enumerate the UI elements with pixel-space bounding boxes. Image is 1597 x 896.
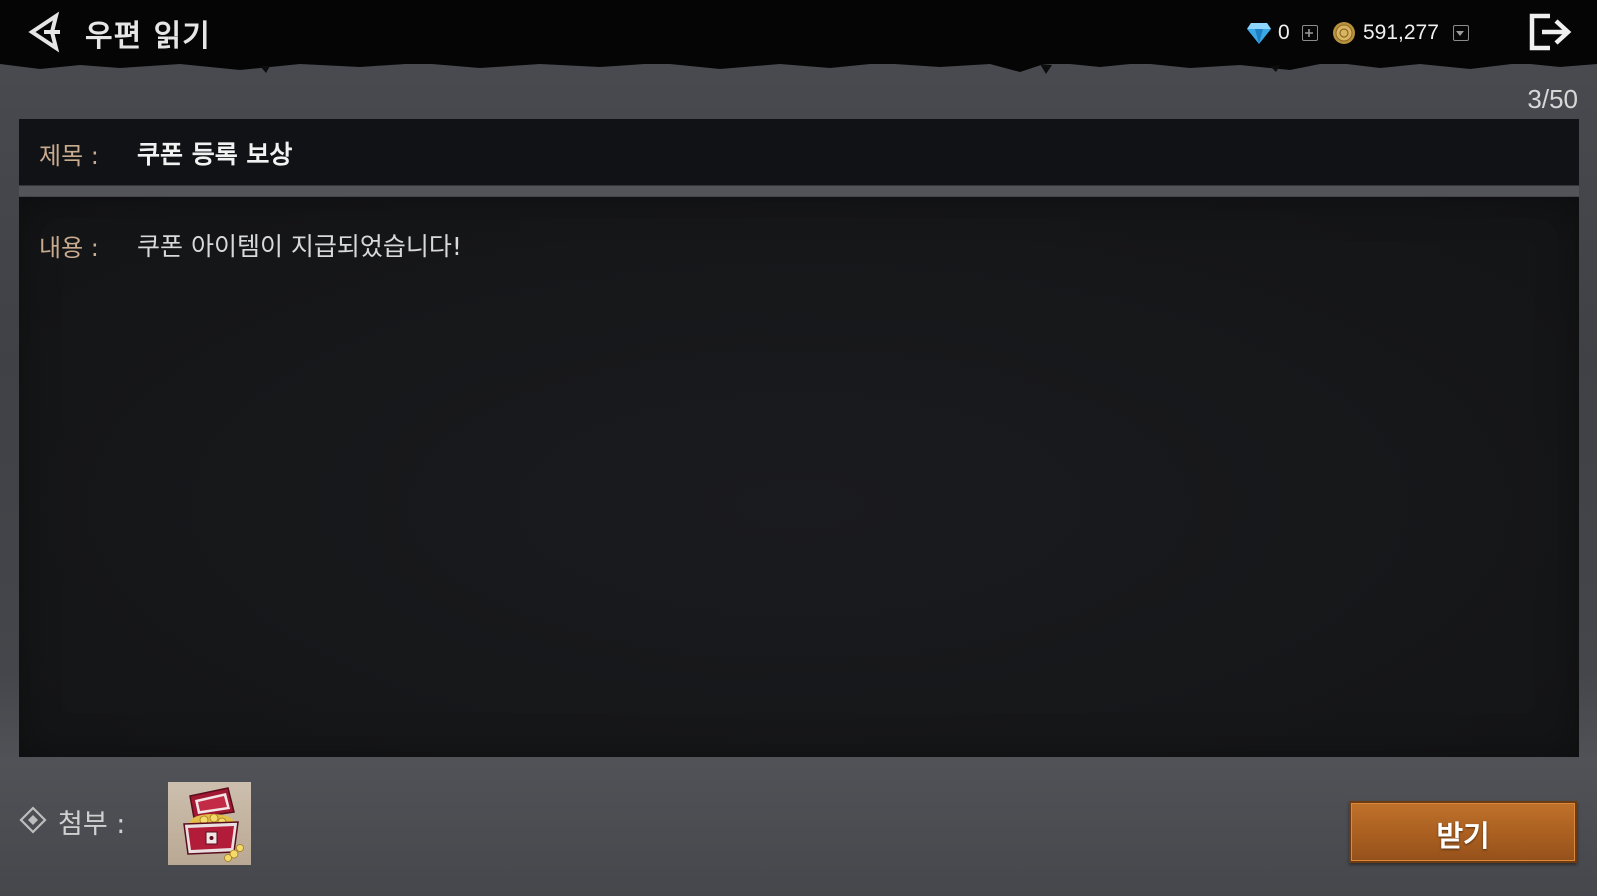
gem-currency: 0 [1246, 18, 1318, 48]
subject-panel: 제목 : 쿠폰 등록 보상 [19, 119, 1579, 185]
receive-button-label: 받기 [1436, 819, 1490, 853]
subject-label: 제목 : [39, 142, 99, 170]
mail-counter: 3/50 [1527, 84, 1578, 114]
top-bar: 우편 읽기 0 591,277 [0, 0, 1597, 64]
diamond-bullet-icon [19, 806, 47, 834]
attachment-item[interactable] [168, 782, 251, 865]
attachment-label: 첨부 : [58, 809, 126, 840]
gem-count: 0 [1278, 21, 1290, 44]
torn-edge-decoration [0, 58, 1597, 74]
subject-text: 쿠폰 등록 보상 [137, 140, 293, 169]
exit-icon[interactable] [1528, 12, 1576, 52]
treasure-chest-icon [183, 787, 244, 862]
separator [19, 186, 1579, 196]
plus-icon [1305, 28, 1314, 37]
gold-count: 591,277 [1363, 21, 1439, 44]
gem-icon [1247, 23, 1271, 44]
content-panel: 내용 : 쿠폰 아이템이 지급되었습니다! [19, 197, 1579, 757]
gold-coin-icon [1333, 22, 1355, 44]
receive-button[interactable]: 받기 [1349, 801, 1577, 863]
gold-dropdown-button[interactable] [1452, 25, 1469, 41]
content-text: 쿠폰 아이템이 지급되었습니다! [137, 232, 462, 261]
content-label: 내용 : [39, 234, 99, 262]
back-arrow-icon[interactable] [22, 10, 66, 54]
add-gems-button[interactable] [1301, 25, 1318, 41]
gold-currency: 591,277 [1332, 18, 1469, 48]
chevron-down-icon [1456, 30, 1465, 36]
screen-title: 우편 읽기 [85, 19, 211, 54]
